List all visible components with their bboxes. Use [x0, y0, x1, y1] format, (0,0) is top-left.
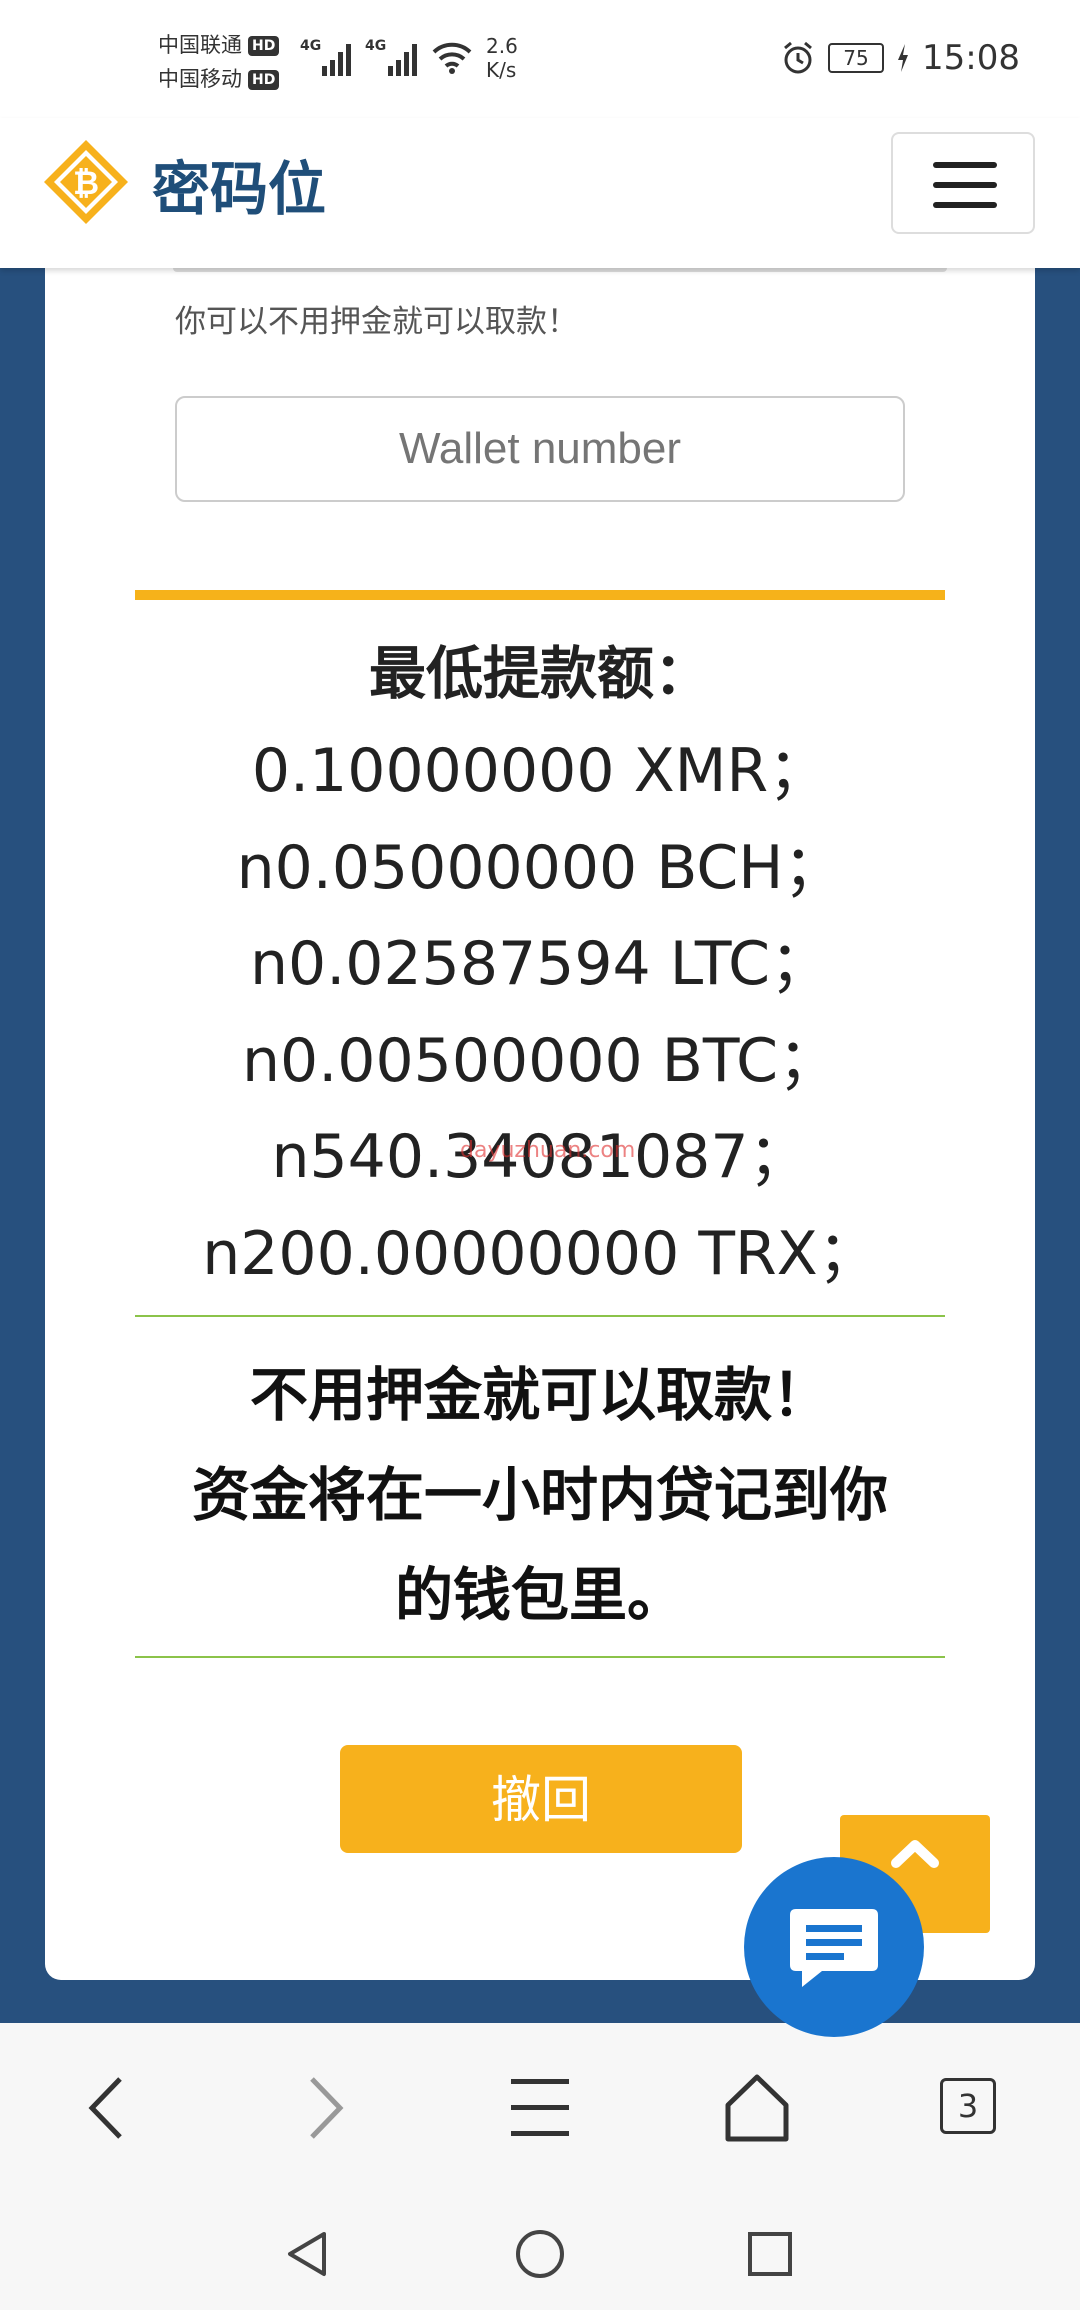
carrier-1: 中国联通	[158, 33, 242, 57]
minimum-amount-btc: n0.00500000 BTC；	[242, 1025, 838, 1096]
withdraw-card: 你可以不用押金就可以取款！ 最低提款额： 0.10000000 XMR； n0.…	[45, 268, 1035, 1980]
chat-button[interactable]	[744, 1857, 924, 2037]
hamburger-icon-bar	[933, 182, 997, 188]
site-name[interactable]: 密码位	[152, 142, 326, 226]
system-navigation-bar	[0, 2198, 1080, 2310]
system-recents-icon[interactable]	[742, 2226, 798, 2282]
bitcoin-diamond-icon[interactable]: ₿	[42, 138, 130, 226]
wallet-number-input[interactable]	[175, 396, 905, 502]
notice-line-2: 资金将在一小时内贷记到你	[191, 1461, 888, 1529]
hamburger-menu-button[interactable]	[891, 132, 1035, 234]
no-deposit-note: 你可以不用押金就可以取款！	[175, 304, 578, 340]
battery-indicator: 75	[828, 43, 885, 73]
system-back-icon[interactable]	[280, 2226, 336, 2282]
svg-text:₿: ₿	[73, 164, 99, 202]
signal-strength-icon	[388, 44, 417, 76]
carrier-info: 中国联通 HD 中国移动 HD	[158, 28, 280, 96]
minimum-withdrawal-title: 最低提款额：	[369, 641, 711, 707]
menu-icon[interactable]	[495, 2063, 585, 2153]
chat-bubble-icon	[790, 1909, 878, 1987]
status-right: 75 15:08	[780, 38, 1020, 78]
green-divider-bottom	[135, 1656, 945, 1658]
gold-divider	[135, 590, 945, 600]
signal-strength-icon	[322, 44, 351, 76]
home-icon[interactable]	[712, 2063, 802, 2153]
minimum-amount-xmr: 0.10000000 XMR；	[251, 736, 829, 806]
minimum-amount-bch: n0.05000000 BCH；	[236, 832, 844, 903]
minimum-amount-ltc: n0.02587594 LTC；	[250, 929, 830, 999]
site-header: ₿ 密码位	[0, 118, 1080, 268]
withdraw-button[interactable]: 撤回	[340, 1745, 742, 1853]
hamburger-icon-bar	[933, 202, 997, 208]
status-bar: 中国联通 HD 中国移动 HD 4G 4G 2.6 K/s 75 15:08	[0, 0, 1080, 118]
hd-badge: HD	[248, 70, 280, 90]
wifi-icon	[432, 42, 472, 74]
network-speed: 2.6 K/s	[486, 34, 518, 82]
green-divider-top	[135, 1315, 945, 1317]
minimum-amounts-list: 0.10000000 XMR； n0.05000000 BCH； n0.0258…	[135, 723, 945, 1302]
alarm-icon	[784, 41, 812, 74]
carrier-2: 中国移动	[158, 67, 242, 91]
system-home-icon[interactable]	[512, 2226, 568, 2282]
minimum-amount-trx: n200.00000000 TRX；	[202, 1218, 878, 1289]
notice-line-3: 的钱包里。	[394, 1561, 685, 1629]
tabs-count-button[interactable]: 3	[940, 2078, 996, 2134]
network-type-2: 4G	[365, 38, 387, 54]
watermark: dayuzhuan.com	[460, 1138, 636, 1163]
network-type-1: 4G	[300, 38, 322, 54]
charging-icon	[898, 44, 909, 72]
hd-badge: HD	[248, 36, 280, 56]
browser-toolbar: 3	[0, 2023, 1080, 2198]
withdrawal-notice: 不用押金就可以取款！ 资金将在一小时内贷记到你 的钱包里。	[135, 1345, 945, 1645]
clock: 15:08	[922, 38, 1020, 78]
back-icon[interactable]	[62, 2063, 152, 2153]
previous-input-edge	[173, 268, 947, 272]
forward-icon[interactable]	[280, 2063, 370, 2153]
hamburger-icon	[933, 162, 997, 168]
notice-line-1: 不用押金就可以取款！	[249, 1361, 830, 1429]
